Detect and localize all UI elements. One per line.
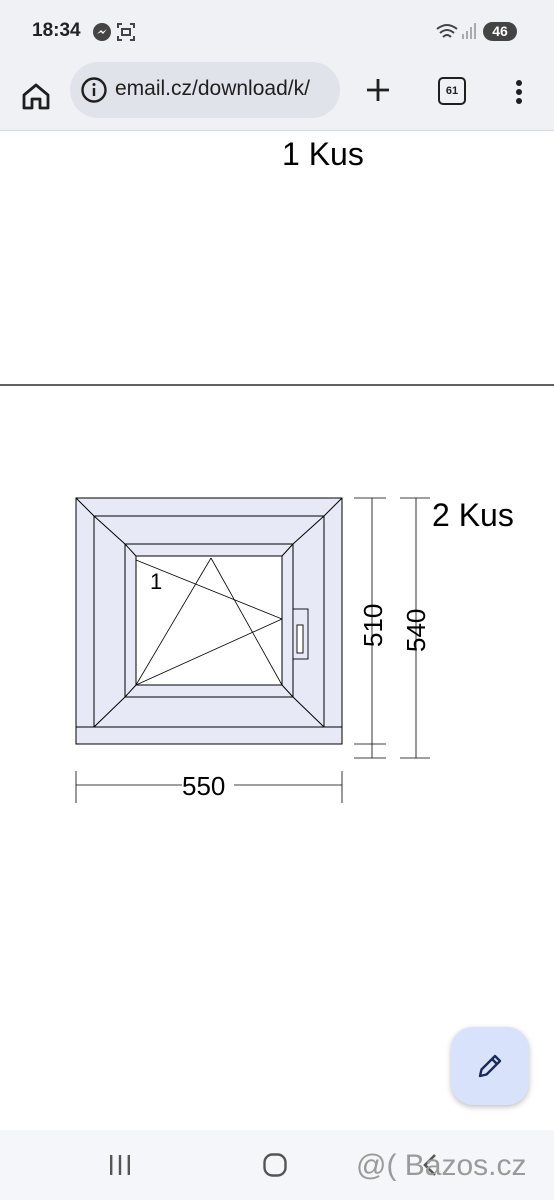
tab-switcher-button[interactable]: 61 xyxy=(438,77,466,105)
signal-icon xyxy=(461,22,477,45)
plus-icon xyxy=(367,79,389,101)
home-button[interactable] xyxy=(14,74,58,118)
top-quantity-label: 1 Kus xyxy=(282,136,364,172)
pencil-icon xyxy=(478,1054,502,1078)
more-menu-button[interactable] xyxy=(505,74,533,110)
battery-indicator: 46 xyxy=(483,22,517,41)
width-dimension: 550 xyxy=(182,771,225,801)
watermark: @( Bazos.cz xyxy=(356,1149,527,1182)
messenger-icon xyxy=(92,22,112,47)
screenshot-icon xyxy=(116,22,136,47)
browser-toolbar: email.cz/download/k/ 61 xyxy=(0,62,554,130)
document-viewport[interactable]: 1 Kus 1 550 510 540 2 Kus xyxy=(0,131,554,1130)
nav-home-button[interactable] xyxy=(262,1152,288,1183)
home-icon xyxy=(22,83,50,110)
url-text[interactable]: email.cz/download/k/ xyxy=(115,77,335,101)
recents-icon xyxy=(110,1155,130,1175)
window-handle xyxy=(292,608,309,660)
home-circle-icon xyxy=(263,1153,287,1177)
edit-button[interactable] xyxy=(451,1027,529,1105)
side-quantity-label: 2 Kus xyxy=(432,497,514,533)
window-drawing: 1 Kus 1 550 510 540 2 Kus xyxy=(0,136,554,803)
status-time: 18:34 xyxy=(32,20,81,41)
status-bar: 18:34 46 xyxy=(0,0,554,62)
outer-height-dimension: 540 xyxy=(401,609,431,652)
inner-height-dimension: 510 xyxy=(358,604,388,647)
recents-button[interactable] xyxy=(108,1152,132,1183)
sash-number: 1 xyxy=(150,569,162,594)
url-bar[interactable]: email.cz/download/k/ xyxy=(70,62,340,118)
new-tab-button[interactable] xyxy=(362,74,394,106)
wifi-icon xyxy=(436,22,458,47)
more-vert-icon xyxy=(516,80,522,104)
info-icon[interactable] xyxy=(80,76,108,104)
